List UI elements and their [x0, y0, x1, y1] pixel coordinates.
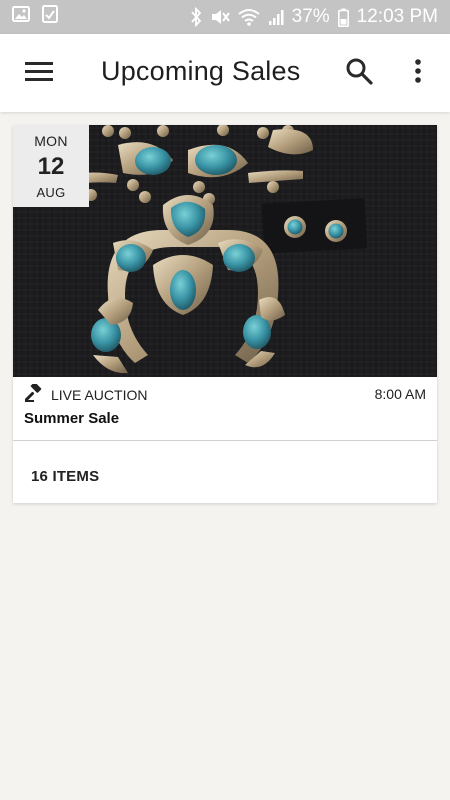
more-options-button[interactable]	[406, 58, 430, 88]
menu-button[interactable]	[22, 58, 56, 88]
page-title: Upcoming Sales	[101, 56, 301, 86]
sale-type: LIVE AUCTION	[25, 382, 148, 405]
divider	[13, 440, 437, 441]
date-month: AUG	[36, 185, 66, 200]
search-icon	[345, 57, 373, 90]
hamburger-menu-icon	[25, 60, 53, 87]
wifi-icon	[238, 8, 260, 26]
date-day-number: 12	[37, 153, 65, 180]
app-bar: Upcoming Sales	[0, 34, 450, 112]
sale-card[interactable]: MON 12 AUG LIVE AUCTION 8:00 AM Summer S…	[13, 125, 437, 503]
date-weekday: MON	[34, 133, 68, 149]
check-box-icon	[42, 5, 58, 29]
clock: 12:03 PM	[356, 6, 438, 27]
items-count: 16 ITEMS	[31, 468, 100, 485]
sale-title: Summer Sale	[24, 410, 120, 427]
image-icon	[12, 6, 30, 28]
battery-icon	[337, 8, 349, 27]
more-vert-icon	[414, 58, 422, 89]
bluetooth-icon	[190, 7, 202, 27]
mute-icon	[210, 8, 230, 26]
status-system: 37% 12:03 PM	[190, 6, 438, 28]
gavel-icon	[25, 382, 43, 405]
sale-time: 8:00 AM	[374, 386, 426, 402]
status-bar: 37% 12:03 PM	[0, 0, 450, 34]
signal-icon	[268, 8, 284, 26]
status-notifications	[12, 5, 58, 29]
search-button[interactable]	[344, 58, 374, 88]
sale-image: MON 12 AUG	[13, 125, 437, 377]
sale-type-label: LIVE AUCTION	[51, 386, 148, 403]
date-badge: MON 12 AUG	[13, 125, 89, 207]
battery-percent: 37%	[291, 6, 330, 27]
